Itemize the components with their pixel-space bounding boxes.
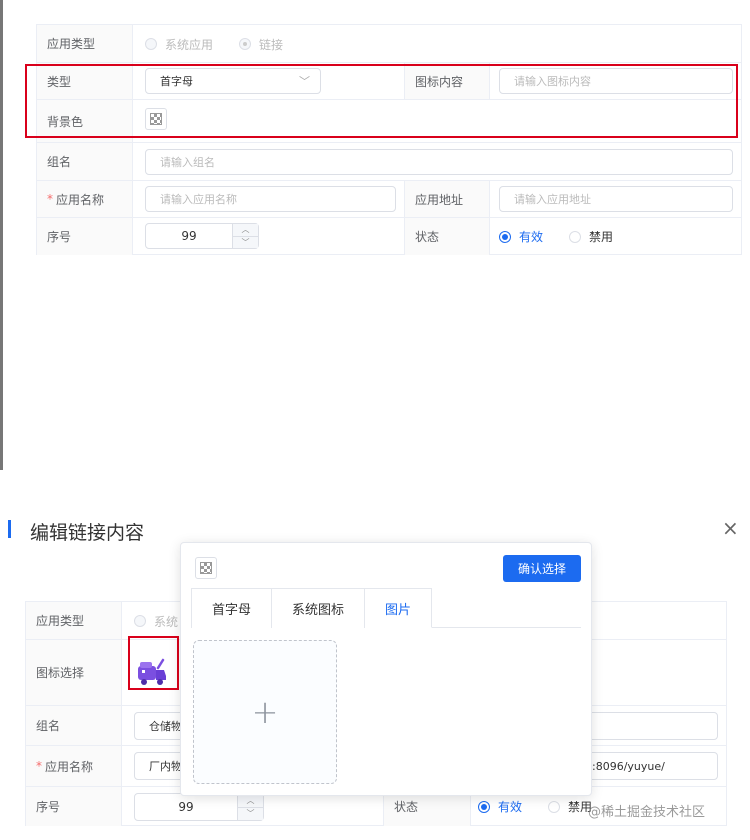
dialog-title: 编辑链接内容: [30, 522, 145, 544]
radio-label: 系统: [154, 614, 179, 629]
app-url-input[interactable]: 请输入应用地址: [499, 186, 733, 212]
order-stepper[interactable]: 99 ︿ ﹀: [145, 223, 259, 249]
row-app-name: * 应用名称 请输入应用名称 应用地址 请输入应用地址: [37, 181, 741, 218]
app-name-value: 厂内物: [149, 760, 182, 773]
chevron-up-icon[interactable]: ︿: [233, 224, 258, 237]
chevron-up-icon[interactable]: ︿: [238, 794, 263, 808]
stepper-controls: ︿ ﹀: [232, 224, 258, 248]
status-radios: 有效 禁用: [499, 218, 639, 255]
watermark: @稀土掘金技术社区: [588, 805, 706, 820]
group-input[interactable]: 请输入组名: [145, 149, 733, 175]
highlight-box: [128, 636, 179, 690]
app-name-label-text: 应用名称: [56, 192, 105, 207]
row-group: 组名 请输入组名: [37, 143, 741, 181]
order-label: 序号: [37, 218, 133, 255]
app-type-radios: 系统应用 链接: [145, 25, 309, 63]
radio-label: 有效: [519, 230, 544, 244]
icon-select-label: 图标选择: [26, 640, 122, 705]
status-label: 状态: [404, 218, 490, 255]
group-label: 组名: [26, 706, 122, 745]
radio-circle: [134, 615, 146, 627]
plus-icon: +: [251, 693, 279, 731]
radio-circle: [499, 230, 511, 243]
group-label: 组名: [37, 143, 133, 180]
required-mark: *: [47, 192, 53, 206]
confirm-button[interactable]: 确认选择: [503, 555, 581, 582]
radio-label: 系统应用: [165, 37, 214, 52]
app-name-input[interactable]: 请输入应用名称: [145, 186, 396, 212]
radio-status-valid[interactable]: 有效: [478, 798, 522, 815]
group-value: 仓储物: [149, 720, 182, 733]
radio-status-valid[interactable]: 有效: [499, 228, 543, 245]
left-edge: [0, 0, 3, 470]
app-type-label: 应用类型: [37, 25, 133, 62]
app-name-label: * 应用名称: [26, 746, 122, 786]
radio-circle: [145, 38, 157, 50]
radio-status-disabled[interactable]: 禁用: [548, 798, 592, 815]
chevron-down-icon[interactable]: ﹀: [238, 808, 263, 821]
stepper-controls: ︿ ﹀: [237, 794, 263, 820]
close-icon[interactable]: ×: [722, 516, 739, 540]
radio-status-disabled[interactable]: 禁用: [569, 228, 613, 245]
upload-area[interactable]: +: [193, 640, 337, 784]
required-mark: *: [36, 759, 42, 773]
order-stepper[interactable]: 99 ︿ ﹀: [134, 793, 264, 821]
radio-circle: [478, 800, 490, 813]
radio-link[interactable]: 链接: [239, 36, 283, 53]
app-form: 应用类型 系统应用 链接 类型 首字母 ﹀ 图标内容 请输入图标内容 背景色 组…: [36, 24, 742, 255]
app-name-label: * 应用名称: [37, 181, 133, 217]
radio-label: 有效: [498, 800, 523, 814]
highlight-box: [25, 64, 738, 138]
app-name-label-text: 应用名称: [45, 759, 94, 774]
radio-system-app[interactable]: 系统应用: [145, 36, 213, 53]
icon-tabs: 首字母 系统图标 图片: [191, 588, 581, 628]
tab-image[interactable]: 图片: [365, 588, 433, 628]
title-accent-bar: [8, 520, 11, 538]
tab-system-icon[interactable]: 系统图标: [272, 588, 366, 628]
row-app-type: 应用类型 系统应用 链接: [37, 25, 741, 63]
icon-picker-popover: 确认选择 首字母 系统图标 图片 +: [180, 542, 592, 796]
radio-label: 链接: [259, 37, 284, 52]
radio-label: 禁用: [589, 230, 614, 244]
order-value: 99: [181, 229, 197, 243]
tab-initial-letter[interactable]: 首字母: [191, 588, 273, 628]
chevron-down-icon[interactable]: ﹀: [233, 237, 258, 249]
radio-system-app[interactable]: 系统: [134, 613, 178, 630]
radio-circle: [239, 38, 252, 50]
app-url-value: :8096/yuyue/: [592, 759, 665, 773]
app-type-label: 应用类型: [26, 602, 122, 639]
radio-circle: [569, 230, 582, 243]
order-value: 99: [178, 800, 194, 814]
app-url-label: 应用地址: [404, 181, 490, 217]
icon-preview: [195, 557, 217, 579]
empty-icon: [200, 562, 212, 574]
radio-circle: [548, 800, 561, 813]
order-label: 序号: [26, 787, 122, 826]
row-order: 序号 99 ︿ ﹀ 状态 有效 禁用: [37, 218, 741, 255]
